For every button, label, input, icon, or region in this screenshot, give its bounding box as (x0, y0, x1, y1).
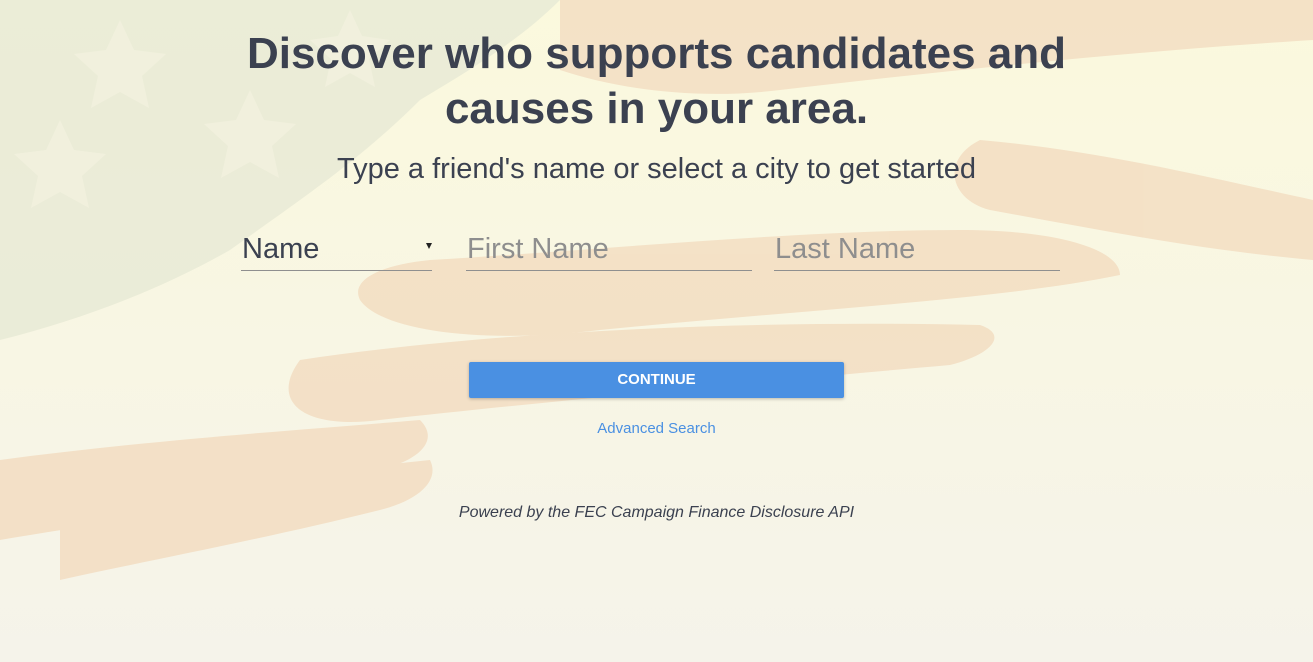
search-type-select[interactable]: Name (241, 228, 432, 271)
continue-button[interactable]: CONTINUE (469, 362, 844, 398)
first-name-input[interactable] (466, 228, 752, 271)
landing-page: Discover who supports candidates and cau… (0, 0, 1313, 662)
headline-line-1: Discover who supports candidates and (246, 29, 1067, 78)
api-attribution: Powered by the FEC Campaign Finance Disc… (458, 504, 855, 521)
last-name-field-wrapper (774, 228, 1060, 271)
advanced-search-link[interactable]: Advanced Search (597, 420, 715, 437)
headline-line-2: causes in your area. (444, 84, 869, 133)
page-subheadline: Type a friend's name or select a city to… (336, 153, 977, 185)
last-name-input[interactable] (774, 228, 1060, 271)
caret-down-icon (426, 243, 432, 249)
search-type-selected-value: Name (242, 233, 320, 265)
advanced-search-row: Advanced Search (0, 419, 1313, 439)
first-name-field-wrapper (466, 228, 752, 271)
page-headline: Discover who supports candidates and cau… (0, 26, 1313, 136)
